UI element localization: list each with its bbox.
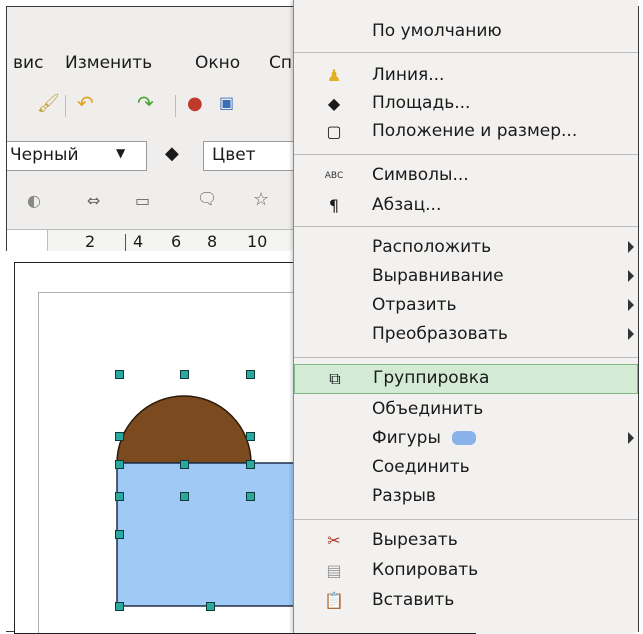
selection-handle[interactable] (115, 432, 124, 441)
menu-item-convert[interactable]: Преобразовать (294, 321, 638, 349)
menu-separator (294, 154, 638, 155)
blue-rectangle (116, 462, 308, 607)
menu-item-paragraph[interactable]: ¶ Абзац... (294, 192, 638, 220)
menu-item-line[interactable]: ♟ Линия... (294, 62, 638, 90)
menu-item-position-size[interactable]: ▢ Положение и размер... (294, 118, 638, 146)
submenu-arrow-icon (628, 432, 634, 444)
menu-separator (294, 226, 638, 227)
menu-item-connect[interactable]: Соединить (294, 454, 638, 482)
paste-icon: 📋 (324, 591, 344, 610)
submenu-arrow-icon (628, 270, 634, 282)
area-icon: ◆ (327, 94, 341, 113)
menu-item-copy[interactable]: ▤ Копировать (294, 557, 638, 585)
symbols-icon: ABC (324, 171, 344, 181)
menu-item-area[interactable]: ◆ Площадь... (294, 90, 638, 118)
scissors-icon: ✂ (327, 531, 341, 550)
submenu-arrow-icon (628, 241, 634, 253)
selection-handle[interactable] (115, 530, 124, 539)
brown-semicircle (116, 395, 252, 464)
copy-icon: ▤ (326, 561, 342, 580)
menu-separator (294, 357, 638, 358)
menu-separator (294, 52, 638, 53)
group-icon: ⧉ (329, 369, 341, 388)
selection-handle[interactable] (206, 602, 215, 611)
selection-handle[interactable] (115, 602, 124, 611)
context-menu: По умолчанию ♟ Линия... ◆ Площадь... ▢ П… (293, 0, 638, 633)
selection-handle[interactable] (115, 492, 124, 501)
selection-handle[interactable] (180, 370, 189, 379)
selection-handle[interactable] (180, 460, 189, 469)
submenu-arrow-icon (628, 299, 634, 311)
line-icon: ♟ (326, 66, 342, 85)
menu-item-break[interactable]: Разрыв (294, 483, 638, 511)
menu-item-flip[interactable]: Отразить (294, 292, 638, 320)
menu-item-group[interactable]: ⧉ Группировка (294, 364, 638, 394)
menu-item-cut[interactable]: ✂ Вырезать (294, 527, 638, 555)
menu-item-combine[interactable]: Объединить (294, 396, 638, 424)
selection-handle[interactable] (246, 432, 255, 441)
menu-item-default[interactable]: По умолчанию (294, 18, 638, 46)
menu-item-arrange[interactable]: Расположить (294, 234, 638, 262)
paragraph-icon: ¶ (328, 196, 340, 215)
menu-item-paste[interactable]: 📋 Вставить (294, 587, 638, 615)
selection-handle[interactable] (246, 370, 255, 379)
menu-item-align[interactable]: Выравнивание (294, 263, 638, 291)
selection-handle[interactable] (246, 460, 255, 469)
shapes-icon (452, 431, 476, 445)
menu-item-symbols[interactable]: ABC Символы... (294, 162, 638, 190)
selection-handle[interactable] (115, 370, 124, 379)
menu-item-shapes[interactable]: Фигуры (294, 425, 638, 453)
selection-handle[interactable] (115, 460, 124, 469)
position-size-icon: ▢ (326, 122, 342, 141)
submenu-arrow-icon (628, 328, 634, 340)
selection-handle[interactable] (180, 492, 189, 501)
selection-handle[interactable] (246, 492, 255, 501)
menu-separator (294, 519, 638, 520)
